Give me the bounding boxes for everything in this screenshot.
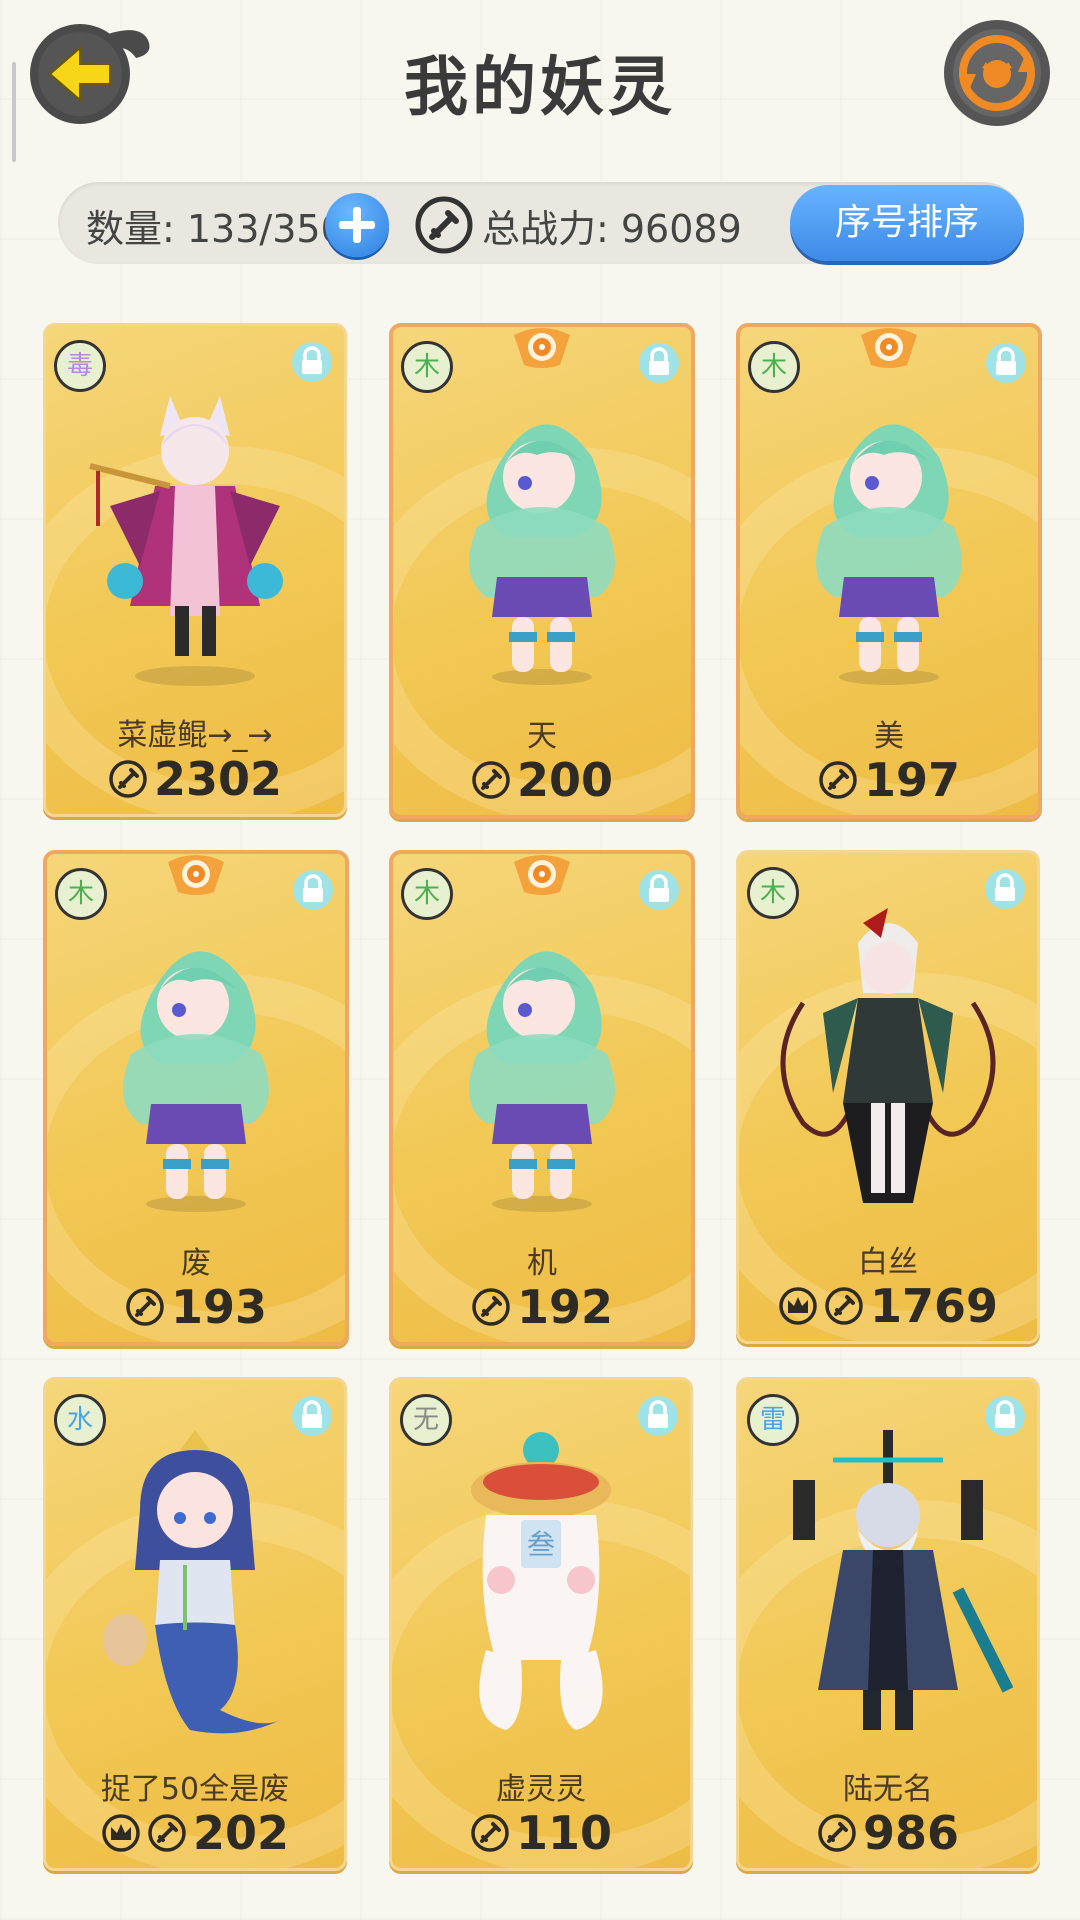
lock-icon[interactable] <box>984 341 1028 385</box>
pet-power: 192 <box>393 1280 691 1334</box>
combat-power-icon <box>470 1810 510 1852</box>
pet-figure-green-sprite <box>764 377 1014 697</box>
lock-icon[interactable] <box>637 868 681 912</box>
pet-card[interactable]: 无叁虚灵灵 110 <box>389 1377 693 1871</box>
pet-name: 白丝 <box>858 1245 918 1280</box>
pet-name: 机 <box>527 1246 557 1281</box>
pet-power: 197 <box>740 753 1038 807</box>
pet-power-value: 192 <box>516 1280 614 1334</box>
pet-power-value: 986 <box>862 1806 960 1860</box>
rarity-crest-icon <box>514 327 570 369</box>
pet-power-value: 2302 <box>153 752 283 806</box>
element-badge: 木 <box>747 867 799 919</box>
lock-icon[interactable] <box>291 868 335 912</box>
pet-card[interactable]: 木天 200 <box>389 323 695 819</box>
refresh-icon <box>944 20 1050 126</box>
pet-card[interactable]: 木美 197 <box>736 323 1042 819</box>
pet-card[interactable]: 雷陆无名 986 <box>736 1377 1040 1871</box>
combat-power-icon <box>818 757 858 799</box>
pet-power-value: 200 <box>516 753 614 807</box>
sort-by-number-button[interactable]: 序号排序 <box>790 185 1024 261</box>
refresh-button[interactable] <box>942 18 1052 128</box>
pet-card[interactable]: 木白丝 1769 <box>736 850 1040 1344</box>
pet-name: 虚灵灵 <box>496 1772 586 1807</box>
pet-power-value: 110 <box>515 1806 613 1860</box>
combat-power-icon <box>471 1284 511 1326</box>
pet-figure-green-sprite <box>417 377 667 697</box>
combat-power-icon <box>125 1284 165 1326</box>
combat-power-icon <box>471 757 511 799</box>
pet-figure-green-sprite <box>71 904 321 1224</box>
element-badge: 木 <box>748 341 800 393</box>
pet-figure-fox-spirit <box>70 376 320 696</box>
pet-power: 1769 <box>739 1279 1037 1333</box>
total-power-label: 总战力: 96089 <box>482 207 742 251</box>
element-badge: 毒 <box>54 340 106 392</box>
lock-icon[interactable] <box>290 340 334 384</box>
pet-name: 菜虚鲲→_→ <box>117 718 273 753</box>
pet-power: 986 <box>739 1806 1037 1860</box>
lock-icon[interactable] <box>290 1394 334 1438</box>
pet-figure-dragon-sage <box>763 1430 1014 1750</box>
element-badge: 雷 <box>747 1394 799 1446</box>
lock-icon[interactable] <box>637 341 681 385</box>
combat-power-icon <box>108 756 148 798</box>
pet-power: 202 <box>46 1806 344 1860</box>
element-badge: 水 <box>54 1394 106 1446</box>
pet-power: 193 <box>47 1280 345 1334</box>
pet-count-label: 数量: 133/350 <box>86 207 345 251</box>
plus-icon <box>339 207 375 243</box>
pet-power: 2302 <box>46 752 344 806</box>
rarity-crest-icon <box>514 854 570 896</box>
pet-power: 110 <box>392 1806 690 1860</box>
rarity-crest-icon <box>168 854 224 896</box>
element-badge: 木 <box>401 341 453 393</box>
lock-icon[interactable] <box>983 1394 1027 1438</box>
add-capacity-button[interactable] <box>325 193 389 257</box>
pet-name: 天 <box>527 719 557 754</box>
rarity-crest-icon <box>861 327 917 369</box>
element-badge: 无 <box>400 1394 452 1446</box>
pet-card[interactable]: 木机 192 <box>389 850 695 1346</box>
element-badge: 木 <box>401 868 453 920</box>
crown-icon <box>101 1810 141 1852</box>
crown-icon <box>778 1283 818 1325</box>
combat-power-icon <box>817 1810 857 1852</box>
element-badge: 木 <box>55 868 107 920</box>
pet-name: 废 <box>181 1246 211 1281</box>
pet-figure-green-sprite <box>417 904 667 1224</box>
pet-name: 陆无名 <box>843 1772 933 1807</box>
pet-card[interactable]: 水捉了50全是废 202 <box>43 1377 347 1871</box>
pet-power: 200 <box>393 753 691 807</box>
pet-power-value: 1769 <box>869 1279 999 1333</box>
svg-text:叁: 叁 <box>527 1528 555 1561</box>
combat-power-icon <box>415 196 473 254</box>
pet-power-value: 197 <box>863 753 961 807</box>
pet-figure-vine-lady <box>763 903 1013 1223</box>
combat-power-icon <box>824 1283 864 1325</box>
pet-card[interactable]: 毒菜虚鲲→_→ 2302 <box>43 323 347 817</box>
pet-name: 捉了50全是废 <box>100 1772 290 1807</box>
pet-power-value: 193 <box>170 1280 268 1334</box>
lock-icon[interactable] <box>636 1394 680 1438</box>
page-title: 我的妖灵 <box>404 51 676 125</box>
pet-figure-mermaid <box>70 1430 320 1750</box>
pet-power-value: 202 <box>192 1806 290 1860</box>
pet-name: 美 <box>874 719 904 754</box>
lock-icon[interactable] <box>983 867 1027 911</box>
combat-power-icon <box>147 1810 187 1852</box>
pet-card[interactable]: 木废 193 <box>43 850 349 1346</box>
pet-figure-urn-ghost: 叁 <box>416 1430 666 1750</box>
